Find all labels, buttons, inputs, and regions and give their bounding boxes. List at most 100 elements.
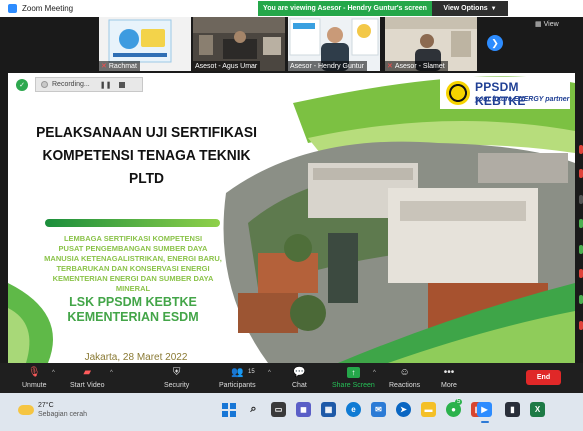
org-line: PUSAT PENGEMBANGAN SUMBER DAYA xyxy=(58,244,208,253)
title-bar: Zoom Meeting You are viewing Asesor - He… xyxy=(0,0,583,17)
share-screen-button[interactable]: ↑ Share Screen xyxy=(332,366,375,392)
start-video-label: Start Video xyxy=(70,382,105,389)
partly-sunny-icon xyxy=(18,405,34,415)
grid-view-icon: ▦ xyxy=(535,21,542,28)
edge-marker xyxy=(579,295,583,304)
chevron-down-icon: ▼ xyxy=(490,5,497,12)
share-options-caret-icon[interactable]: ^ xyxy=(373,370,376,376)
stop-recording-icon[interactable] xyxy=(119,81,126,88)
smiley-icon: ☺ xyxy=(399,367,410,378)
org-line: TERBARUKAN DAN KONSERVASI ENERGI xyxy=(56,264,210,273)
start-video-button[interactable]: ▰ Start Video xyxy=(70,366,105,392)
video-tile-slamet[interactable]: ✕ Asesor - Slamet xyxy=(385,17,477,71)
participant-name: Asesot - Agus Umar xyxy=(195,62,258,70)
shared-screen: ✓ Recording... ❚❚ PPSDM KEBTKE your futu… xyxy=(8,73,575,363)
participant-name-tag: Asesot - Agus Umar xyxy=(193,61,261,71)
gallery-next-button[interactable]: ❯ xyxy=(487,35,503,51)
recording-indicator: Recording... ❚❚ xyxy=(35,77,143,92)
weather-condition: Sebagian cerah xyxy=(38,411,88,418)
recording-dot-icon xyxy=(41,81,48,88)
start-menu-icon[interactable] xyxy=(221,402,236,417)
edge-marker xyxy=(579,219,583,228)
lsk-line: LSK PPSDM KEBTKE xyxy=(69,295,197,309)
security-label: Security xyxy=(164,382,190,389)
chat-app-icon[interactable]: ◼ xyxy=(296,402,311,417)
view-options-button[interactable]: View Options ▼ xyxy=(432,1,508,16)
security-button[interactable]: ⛨ Security xyxy=(164,366,189,392)
weather-text: 27°C Sebagian cerah xyxy=(38,401,87,419)
window-title: Zoom Meeting xyxy=(22,4,74,13)
search-icon[interactable]: ⌕ xyxy=(246,402,261,417)
organization-name: LEMBAGA SERTIFIKASI KOMPETENSI PUSAT PEN… xyxy=(33,234,233,294)
share-screen-icon: ↑ xyxy=(346,367,360,378)
video-tile-rachmat[interactable]: ✕ Rachmat xyxy=(99,17,191,71)
shield-icon[interactable]: ✓ xyxy=(16,79,28,91)
video-gallery-strip: ✕ Rachmat Asesot - Agus Umar Asesor - He… xyxy=(0,17,583,71)
edge-marker xyxy=(579,321,583,330)
ppsdm-kebtke-logo: PPSDM KEBTKE your future ENERGY partner xyxy=(440,77,570,109)
logo-title: PPSDM KEBTKE xyxy=(475,80,526,108)
participants-caret-icon[interactable]: ^ xyxy=(268,370,271,376)
video-options-caret-icon[interactable]: ^ xyxy=(110,370,113,376)
participants-icon: 👥 xyxy=(231,367,244,378)
edge-marker xyxy=(579,269,583,278)
reactions-label: Reactions xyxy=(389,382,421,389)
active-app-indicator xyxy=(481,421,489,423)
zoom-logo-icon xyxy=(8,4,17,13)
pause-recording-icon[interactable]: ❚❚ xyxy=(100,81,112,89)
logo-tagline: your future ENERGY partner xyxy=(475,96,570,103)
unmute-button[interactable]: 🎙 Unmute xyxy=(22,366,47,392)
zoom-taskbar-icon[interactable]: ▶ xyxy=(477,402,492,417)
task-view-icon[interactable]: ▭ xyxy=(271,402,286,417)
more-button[interactable]: ••• More xyxy=(441,366,457,392)
view-options-label: View Options xyxy=(443,5,488,12)
end-meeting-button[interactable]: End xyxy=(526,370,561,385)
participant-name: Asesor - Slamet xyxy=(394,62,445,70)
participants-label: Participants xyxy=(219,382,256,389)
participant-name: Rachmat xyxy=(108,62,137,70)
mail-icon[interactable]: ✉ xyxy=(371,402,386,417)
temperature: 27°C xyxy=(38,402,54,409)
calendar-app-icon[interactable]: ▦ xyxy=(321,402,336,417)
audio-options-caret-icon[interactable]: ^ xyxy=(52,370,55,376)
participant-name: Asesor - Hendry Guntur xyxy=(290,62,364,70)
edge-marker xyxy=(579,195,583,204)
lsk-line: KEMENTERIAN ESDM xyxy=(67,310,199,324)
excel-icon[interactable]: X xyxy=(530,402,545,417)
chevron-right-icon: ❯ xyxy=(491,37,499,48)
meeting-toolbar: 🎙 Unmute ^ ▰ Start Video ^ ⛨ Security 👥 … xyxy=(0,363,583,393)
video-tile-hendry-guntur[interactable]: Asesor - Hendry Guntur xyxy=(288,17,380,71)
org-line: MINERAL xyxy=(115,284,151,293)
video-camera-off-icon: ▰ xyxy=(83,367,92,378)
org-line: LEMBAGA SERTIFIKASI KOMPETENSI xyxy=(63,234,203,243)
mic-muted-icon: ✕ xyxy=(101,63,107,70)
chat-label: Chat xyxy=(292,382,307,389)
end-label: End xyxy=(536,374,551,381)
file-explorer-icon[interactable]: ▬ xyxy=(421,402,436,417)
divider-bar xyxy=(45,219,220,227)
org-line: KEMENTERIAN ENERGI DAN SUMBER DAYA xyxy=(52,274,214,283)
zoom-window: Zoom Meeting You are viewing Asesor - He… xyxy=(0,0,583,431)
weather-widget[interactable]: 27°C Sebagian cerah xyxy=(18,401,87,419)
chat-bubble-icon: 💬 xyxy=(293,367,306,378)
participant-name-tag: ✕ Rachmat xyxy=(99,61,140,71)
slide-title-line: KOMPETENSI TENAGA TEKNIK xyxy=(42,147,251,164)
unmute-label: Unmute xyxy=(22,382,47,389)
ministry-emblem-icon xyxy=(446,81,470,105)
edge-browser-icon[interactable]: e xyxy=(346,402,361,417)
mic-muted-icon: ✕ xyxy=(387,63,393,70)
view-button[interactable]: ▦ View xyxy=(535,20,559,29)
terminal-app-icon[interactable]: ▮ xyxy=(505,402,520,417)
windows-taskbar: 27°C Sebagian cerah ⌕ ▭ ◼ ▦ e ✉ ➤ ▬ ● 5 … xyxy=(0,393,583,431)
microphone-muted-icon: 🎙 xyxy=(27,367,41,378)
notification-badge: 5 xyxy=(455,399,463,405)
viewing-banner: You are viewing Asesor - Hendry Guntur's… xyxy=(258,1,432,16)
shield-icon: ⛨ xyxy=(172,367,181,378)
video-tile-agus-umar[interactable]: Asesot - Agus Umar xyxy=(193,17,285,71)
participant-name-tag: Asesor - Hendry Guntur xyxy=(288,61,367,71)
reactions-button[interactable]: ☺ Reactions xyxy=(389,366,420,392)
chat-button[interactable]: 💬 Chat xyxy=(292,366,307,392)
telegram-icon[interactable]: ➤ xyxy=(396,402,411,417)
slide-title: PELAKSANAAN UJI SERTIFIKASI KOMPETENSI T… xyxy=(28,121,264,190)
participant-name-tag: ✕ Asesor - Slamet xyxy=(385,61,448,71)
